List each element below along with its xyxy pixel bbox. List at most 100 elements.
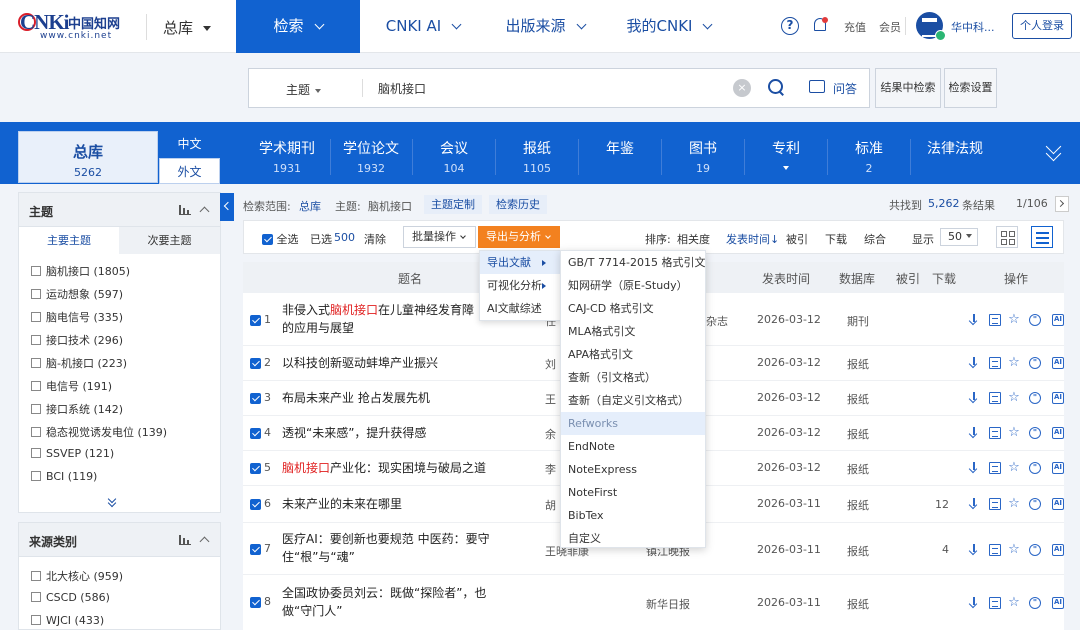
read-online-icon[interactable] xyxy=(989,462,1001,474)
tab-main-topic[interactable]: 主要主题 xyxy=(19,227,119,254)
category-tab-theses[interactable]: 学位论文 1932 xyxy=(336,131,406,181)
category-tab-books[interactable]: 图书 19 xyxy=(668,131,738,181)
sort-overall[interactable]: 综合 xyxy=(864,231,886,247)
read-online-icon[interactable] xyxy=(989,392,1001,404)
format-refworks[interactable]: Refworks xyxy=(561,412,705,435)
download-icon[interactable] xyxy=(968,427,980,439)
read-online-icon[interactable] xyxy=(989,357,1001,369)
notification-bell-icon[interactable] xyxy=(812,17,828,33)
download-icon[interactable] xyxy=(968,544,980,556)
favorite-star-icon[interactable]: ☆ xyxy=(1008,497,1020,510)
favorite-star-icon[interactable]: ☆ xyxy=(1008,461,1020,474)
row-title[interactable]: 布局未来产业 抢占发展先机 xyxy=(282,389,542,407)
facet-item[interactable]: WJCI (433) xyxy=(31,614,104,627)
facet-item[interactable]: 稳态视觉诱发电位 (139) xyxy=(31,424,167,440)
download-icon[interactable] xyxy=(968,314,980,326)
help-icon[interactable]: ? xyxy=(781,17,799,35)
category-tab-laws[interactable]: 法律法规 xyxy=(917,131,993,181)
read-online-icon[interactable] xyxy=(989,597,1001,609)
row-checkbox[interactable] xyxy=(250,358,261,369)
ai-assistant-icon[interactable]: AI xyxy=(1052,392,1064,404)
row-source[interactable]: 新华日报 xyxy=(646,596,690,612)
member-link[interactable]: 会员 xyxy=(879,19,901,35)
checkbox[interactable] xyxy=(31,615,41,625)
format-gbt7714[interactable]: GB/T 7714-2015 格式引文 xyxy=(561,251,705,274)
ai-assistant-icon[interactable]: AI xyxy=(1052,597,1064,609)
library-selector[interactable]: 总库 xyxy=(163,17,212,38)
cite-icon[interactable]: " xyxy=(1029,462,1041,474)
menu-export-references[interactable]: 导出文献 xyxy=(480,251,560,274)
nav-tab-cnki-ai[interactable]: CNKI AI xyxy=(368,0,478,53)
menu-ai-review[interactable]: AI文献综述 xyxy=(480,297,560,320)
download-icon[interactable] xyxy=(968,392,980,404)
export-analysis-button[interactable]: 导出与分析 xyxy=(478,226,560,248)
checkbox[interactable] xyxy=(31,312,41,322)
facet-item[interactable]: 北大核心 (959) xyxy=(31,568,123,584)
row-author[interactable]: 胡 xyxy=(545,497,561,513)
category-tab-patents[interactable]: 专利 xyxy=(751,131,821,181)
facet-item[interactable]: 脑机接口 (1805) xyxy=(31,263,130,279)
row-checkbox[interactable] xyxy=(250,463,261,474)
search-field-selector[interactable]: 主题 xyxy=(286,81,322,98)
clear-search-icon[interactable]: × xyxy=(733,79,751,97)
row-title[interactable]: 脑机接口产业化：现实困境与破局之道 xyxy=(282,459,542,477)
search-in-results-button[interactable]: 结果中检索 xyxy=(875,68,941,108)
category-tab-standards[interactable]: 标准 2 xyxy=(834,131,904,181)
row-checkbox[interactable] xyxy=(250,428,261,439)
ai-assistant-icon[interactable]: AI xyxy=(1052,427,1064,439)
col-downloads[interactable]: 下载 xyxy=(932,270,956,287)
sort-publish-time[interactable]: 发表时间↓ xyxy=(726,231,779,247)
format-caj-cd[interactable]: CAJ-CD 格式引文 xyxy=(561,297,705,320)
ai-assistant-icon[interactable]: AI xyxy=(1052,357,1064,369)
checkbox[interactable] xyxy=(31,335,41,345)
download-icon[interactable] xyxy=(968,597,980,609)
page-size-select[interactable]: 50 xyxy=(940,228,978,246)
row-title[interactable]: 未来产业的未来在哪里 xyxy=(282,495,542,513)
personal-login-button[interactable]: 个人登录 xyxy=(1012,13,1072,39)
format-custom[interactable]: 自定义 xyxy=(561,527,705,550)
nav-tab-my-cnki[interactable]: 我的CNKI xyxy=(612,0,726,53)
facet-item[interactable]: 电信号 (191) xyxy=(31,378,112,394)
list-view-icon[interactable] xyxy=(1031,226,1053,248)
format-notefirst[interactable]: NoteFirst xyxy=(561,481,705,504)
cite-icon[interactable]: " xyxy=(1029,357,1041,369)
category-tab-conferences[interactable]: 会议 104 xyxy=(419,131,489,181)
favorite-star-icon[interactable]: ☆ xyxy=(1008,596,1020,609)
bar-chart-icon[interactable] xyxy=(179,535,191,545)
checkbox[interactable] xyxy=(31,289,41,299)
row-title[interactable]: 以科技创新驱动蚌埠产业振兴 xyxy=(282,354,542,372)
ask-button[interactable]: 问答 xyxy=(833,80,857,97)
read-online-icon[interactable] xyxy=(989,427,1001,439)
checkbox[interactable] xyxy=(31,381,41,391)
facet-item[interactable]: CSCD (586) xyxy=(31,591,110,604)
read-online-icon[interactable] xyxy=(989,314,1001,326)
sort-download[interactable]: 下载 xyxy=(825,231,847,247)
checkbox[interactable] xyxy=(31,471,41,481)
read-online-icon[interactable] xyxy=(989,544,1001,556)
read-online-icon[interactable] xyxy=(989,498,1001,510)
cite-icon[interactable]: " xyxy=(1029,544,1041,556)
tab-sub-topic[interactable]: 次要主题 xyxy=(119,227,220,254)
download-icon[interactable] xyxy=(968,462,980,474)
row-author[interactable]: 刘 xyxy=(545,356,561,372)
row-checkbox[interactable] xyxy=(250,544,261,555)
checkbox[interactable] xyxy=(31,266,41,276)
ai-assistant-icon[interactable]: AI xyxy=(1052,314,1064,326)
facet-item[interactable]: 接口系统 (142) xyxy=(31,401,123,417)
checkbox[interactable] xyxy=(31,592,41,602)
checkbox[interactable] xyxy=(31,404,41,414)
format-bibtex[interactable]: BibTex xyxy=(561,504,705,527)
expand-categories-icon[interactable] xyxy=(1044,143,1064,163)
menu-visual-analysis[interactable]: 可视化分析 xyxy=(480,274,560,297)
checkbox[interactable] xyxy=(31,358,41,368)
topic-custom-button[interactable]: 主题定制 xyxy=(424,195,482,214)
cite-icon[interactable]: " xyxy=(1029,597,1041,609)
category-tab-journals[interactable]: 学术期刊 1931 xyxy=(250,131,324,181)
nav-tab-publication-source[interactable]: 出版来源 xyxy=(490,0,600,53)
total-library-tab[interactable]: 总库 5262 xyxy=(18,131,158,183)
favorite-star-icon[interactable]: ☆ xyxy=(1008,313,1020,326)
format-noteexpress[interactable]: NoteExpress xyxy=(561,458,705,481)
facet-item[interactable]: SSVEP (121) xyxy=(31,447,114,460)
row-checkbox[interactable] xyxy=(250,315,261,326)
download-icon[interactable] xyxy=(968,498,980,510)
